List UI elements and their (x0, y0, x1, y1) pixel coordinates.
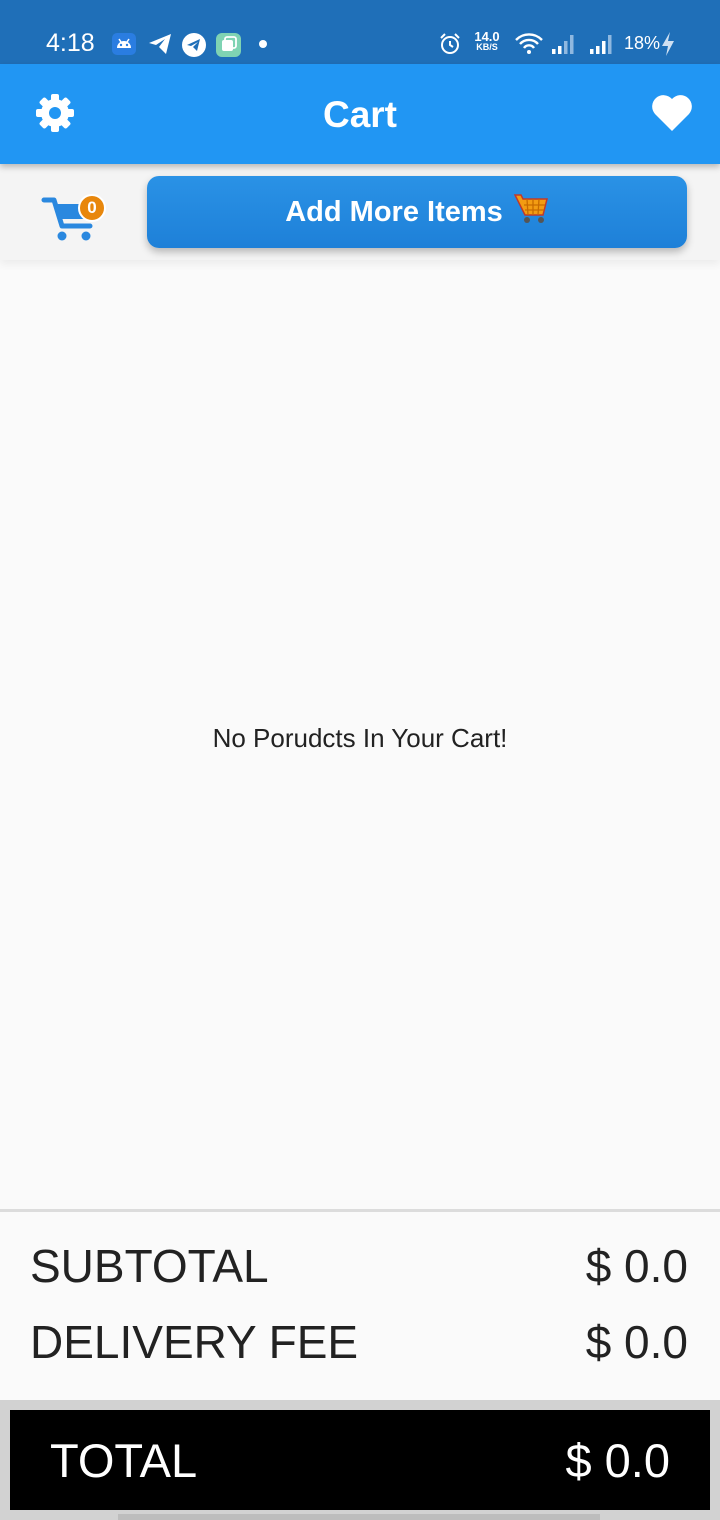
total-bar[interactable]: TOTAL $ 0.0 (10, 1410, 710, 1510)
heart-icon (651, 94, 693, 137)
signal-icon (552, 34, 578, 59)
delivery-fee-value: $ 0.0 (585, 1316, 688, 1368)
subtotal-row: SUBTOTAL $ 0.0 (30, 1238, 688, 1294)
battery-level: 18% (624, 33, 661, 53)
status-time: 4:18 (46, 29, 95, 57)
cart-count-badge: 0 (78, 194, 106, 222)
page-title: Cart (322, 94, 398, 135)
bottom-edge-handle (118, 1514, 600, 1520)
telegram-icon (182, 33, 206, 62)
delivery-fee-label: DELIVERY FEE (30, 1316, 359, 1368)
network-speed: 14.0 KB/S (474, 29, 500, 52)
app-bar: Cart (0, 64, 720, 164)
cart-actions: 0 Add More Items (0, 164, 720, 260)
app-switch-icon (216, 33, 241, 62)
order-summary: SUBTOTAL $ 0.0 DELIVERY FEE $ 0.0 (0, 1212, 720, 1400)
total-value: $ 0.0 (565, 1433, 670, 1487)
status-bar: 4:18 14.0 KB/S 18% (0, 0, 720, 64)
android-icon (112, 33, 136, 60)
notification-dot (259, 40, 267, 48)
add-more-items-label: Add More Items (285, 195, 503, 228)
signal-icon (590, 34, 616, 59)
wifi-icon (514, 33, 544, 60)
alarm-icon (439, 33, 461, 60)
cart-button[interactable]: 0 (40, 180, 106, 244)
subtotal-value: $ 0.0 (585, 1240, 688, 1292)
total-section: TOTAL $ 0.0 (0, 1400, 720, 1520)
subtotal-label: SUBTOTAL (30, 1240, 269, 1292)
delivery-fee-row: DELIVERY FEE $ 0.0 (30, 1314, 688, 1370)
favorites-button[interactable] (646, 90, 698, 140)
shopping-basket-icon (513, 191, 549, 233)
add-more-items-button[interactable]: Add More Items (147, 176, 687, 248)
total-label: TOTAL (50, 1433, 198, 1487)
send-icon (148, 33, 172, 60)
empty-cart-message: No Porudcts In Your Cart! (212, 723, 508, 753)
charging-icon (661, 32, 675, 61)
